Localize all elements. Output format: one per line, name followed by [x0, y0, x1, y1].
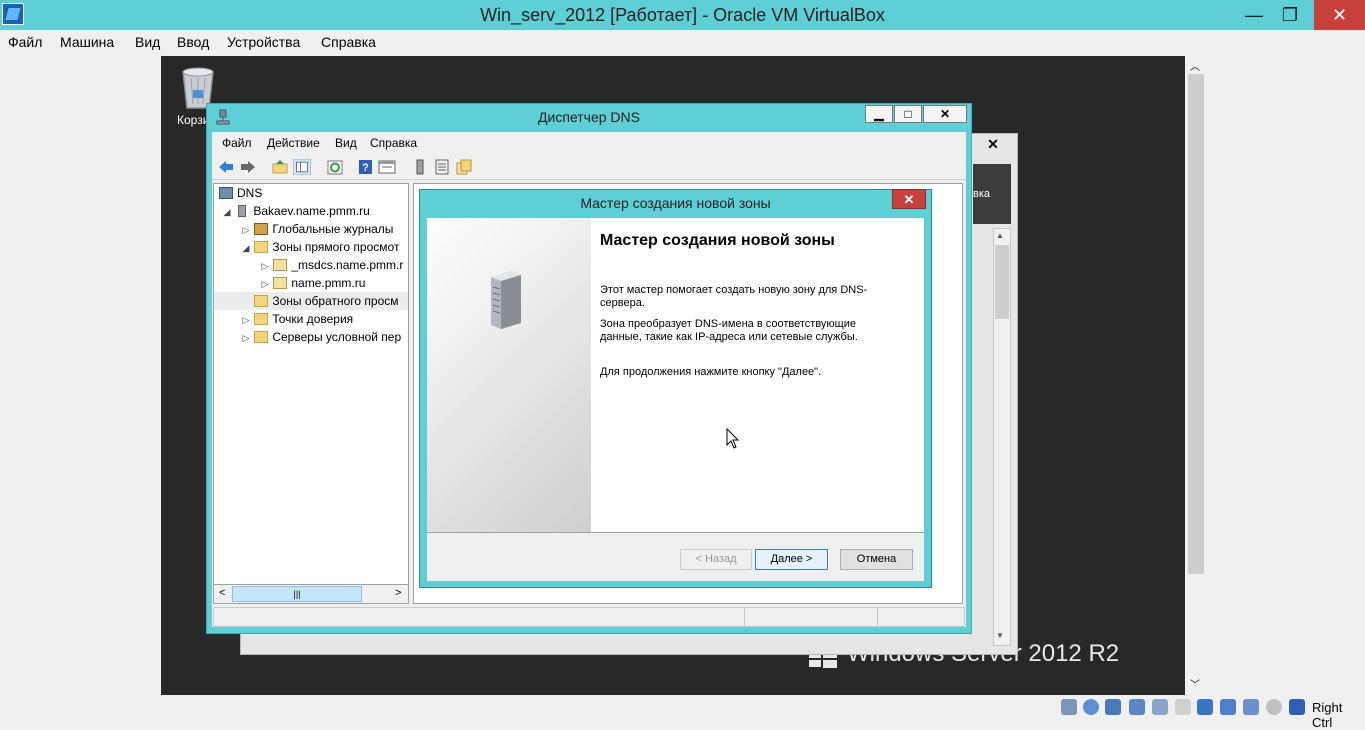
vbox-maximize-button[interactable]: ❐ [1270, 0, 1310, 30]
tree-node-forward-zones[interactable]: ◢ Зоны прямого просмот [214, 238, 408, 256]
expand-arrow-icon[interactable]: ▷ [241, 221, 251, 239]
background-window-scrollbar[interactable]: ▲ ▼ [993, 228, 1011, 646]
network-icon[interactable] [1129, 699, 1145, 715]
mouse-cursor-icon [726, 428, 740, 449]
wizard-intro-text: Этот мастер помогает создать новую зону … [600, 284, 868, 309]
tree-node-name-zone[interactable]: ▷ name.pmm.ru [214, 274, 408, 292]
show-hide-tree-icon[interactable] [293, 159, 311, 175]
vbox-scroll-thumb[interactable] [1188, 74, 1204, 574]
vbox-close-button[interactable]: ✕ [1314, 0, 1365, 30]
tree-node-msdcs-zone[interactable]: ▷ _msdcs.name.pmm.r [214, 256, 408, 274]
zone-icon [273, 259, 288, 271]
wizard-zone-description: Зона преобразует DNS-имена в соответству… [600, 318, 858, 343]
folder-icon [254, 241, 269, 253]
wizard-banner [427, 218, 591, 532]
folder-icon [254, 313, 269, 325]
recycle-bin-label: Корзи [177, 113, 210, 127]
list-icon[interactable] [433, 159, 451, 175]
dns-icon [219, 187, 233, 199]
expand-arrow-icon[interactable]: ▷ [260, 257, 270, 275]
vbox-menu-machine[interactable]: Машина [60, 34, 114, 50]
vbox-menu-input[interactable]: Ввод [177, 34, 209, 50]
forward-arrow-icon[interactable] [239, 159, 257, 175]
collapse-arrow-icon[interactable]: ◢ [222, 203, 232, 221]
collapse-arrow-icon[interactable]: ◢ [241, 239, 251, 257]
svg-text:?: ? [362, 162, 369, 174]
refresh-icon[interactable] [326, 159, 344, 175]
up-folder-icon[interactable] [271, 159, 289, 175]
back-button[interactable]: < Назад [680, 549, 752, 570]
scroll-left-arrow-icon[interactable]: < [219, 587, 225, 599]
dns-menu-action[interactable]: Действие [267, 136, 320, 150]
background-window-dark-tile: вка [973, 164, 1011, 224]
cancel-button[interactable]: Отмена [840, 549, 913, 570]
wizard-title: Мастер создания новой зоны [580, 195, 771, 211]
help-icon[interactable]: ? [357, 159, 375, 175]
video-capture-icon[interactable] [1220, 699, 1236, 715]
optical-icon[interactable] [1083, 699, 1099, 715]
log-icon [254, 223, 269, 235]
display-icon[interactable] [1197, 699, 1213, 715]
tree-node-conditional-forwarders[interactable]: ▷ Серверы условной пер [214, 328, 408, 346]
scroll-down-arrow-icon[interactable]: ﹀ [1190, 676, 1200, 691]
tree-node-trust-points[interactable]: ▷ Точки доверия [214, 310, 408, 328]
vbox-window-title: Win_serv_2012 [Работает] - Oracle VM Vir… [480, 5, 885, 25]
tree-node-global-logs[interactable]: ▷ Глобальные журналы [214, 220, 408, 238]
vbox-menu-view[interactable]: Вид [135, 34, 160, 50]
next-button[interactable]: Далее > [755, 549, 828, 570]
folder-icon [254, 331, 269, 343]
usb-icon[interactable] [1152, 699, 1168, 715]
tree-node-reverse-zones[interactable]: Зоны обратного просм [214, 292, 408, 310]
vbox-menu-help[interactable]: Справка [321, 34, 376, 50]
arrow-down-icon[interactable] [1289, 699, 1305, 715]
vbox-menu-file[interactable]: Файл [8, 34, 42, 50]
expand-arrow-icon[interactable]: ▷ [260, 275, 270, 293]
guest-screen[interactable]: Корзи Windows Server 2012 R2 ✕ вка ▲ ▼ Д… [161, 56, 1185, 695]
server-tower-icon [491, 271, 521, 329]
host-key-label: Right Ctrl [1312, 700, 1343, 730]
tree-node-dns[interactable]: DNS [214, 184, 408, 202]
shared-folder-icon[interactable] [1175, 699, 1191, 715]
dns-menu-view[interactable]: Вид [335, 136, 357, 150]
vbox-menu-devices[interactable]: Устройства [227, 34, 300, 50]
dns-window-title: Диспетчер DNS [538, 109, 640, 125]
background-window-close-button[interactable]: ✕ [970, 136, 1016, 154]
dns-minimize-button[interactable]: ▁ [865, 105, 893, 123]
dns-status-bar [213, 607, 965, 627]
tree-scroll-thumb[interactable]: ||| [232, 586, 362, 602]
tree-node-server[interactable]: ◢ Bakaev.name.pmm.ru [214, 202, 408, 220]
mouse-icon[interactable] [1266, 699, 1282, 715]
folder-icon [254, 295, 269, 307]
cpu-icon[interactable] [1243, 699, 1259, 715]
wizard-heading: Мастер создания новой зоны [600, 232, 835, 249]
wizard-close-button[interactable]: ✕ [892, 189, 926, 209]
dns-menu-file[interactable]: Файл [222, 136, 252, 150]
back-arrow-icon[interactable] [217, 159, 235, 175]
audio-icon[interactable] [1105, 699, 1121, 715]
properties-icon[interactable] [378, 159, 396, 175]
zone-icon [273, 277, 288, 289]
dns-close-button[interactable]: ✕ [923, 105, 967, 123]
wizard-continue-hint: Для продолжения нажмите кнопку "Далее". [600, 366, 822, 378]
hdd-icon[interactable] [1061, 699, 1077, 715]
dns-tree-pane[interactable]: DNS ◢ Bakaev.name.pmm.ru ▷ Глобальные жу… [213, 183, 409, 604]
vbox-minimize-button[interactable]: — [1234, 0, 1274, 30]
server-icon [238, 205, 247, 217]
server-icon[interactable] [411, 159, 429, 175]
zone-icon[interactable] [455, 159, 473, 175]
scroll-right-arrow-icon[interactable]: > [395, 587, 401, 599]
expand-arrow-icon[interactable]: ▷ [241, 329, 251, 347]
dns-menu-help[interactable]: Справка [370, 136, 417, 150]
wizard-separator [427, 532, 924, 533]
scroll-up-arrow-icon[interactable]: ︿ [1190, 58, 1200, 73]
expand-arrow-icon[interactable]: ▷ [241, 311, 251, 329]
dns-maximize-button[interactable]: □ [894, 105, 922, 123]
